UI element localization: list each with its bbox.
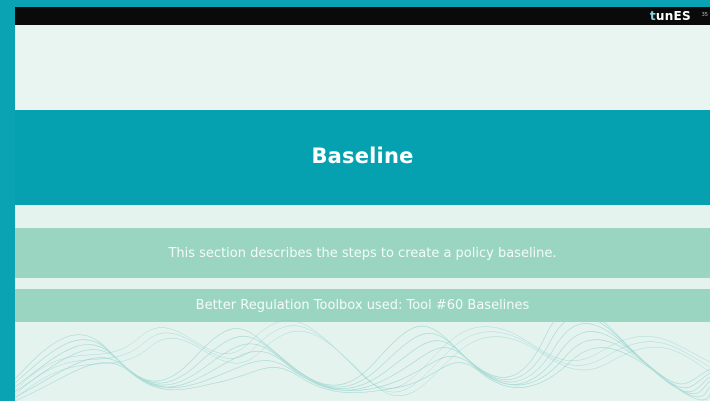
page-number: 35: [701, 12, 708, 18]
title-band: Baseline: [15, 110, 710, 205]
slide: tunES 35 Baseline This section describes…: [15, 7, 710, 401]
top-bar: tunES 35: [15, 7, 710, 25]
tunes-logo: tunES: [650, 8, 691, 24]
section-title: Baseline: [311, 143, 414, 168]
logo-text: unES: [655, 9, 691, 23]
description-band: This section describes the steps to crea…: [15, 228, 710, 278]
header-area: [15, 25, 710, 110]
wave-decoration: [15, 317, 710, 401]
toolbox-note: Better Regulation Toolbox used: Tool #60…: [195, 298, 530, 313]
section-description: This section describes the steps to crea…: [168, 245, 557, 261]
